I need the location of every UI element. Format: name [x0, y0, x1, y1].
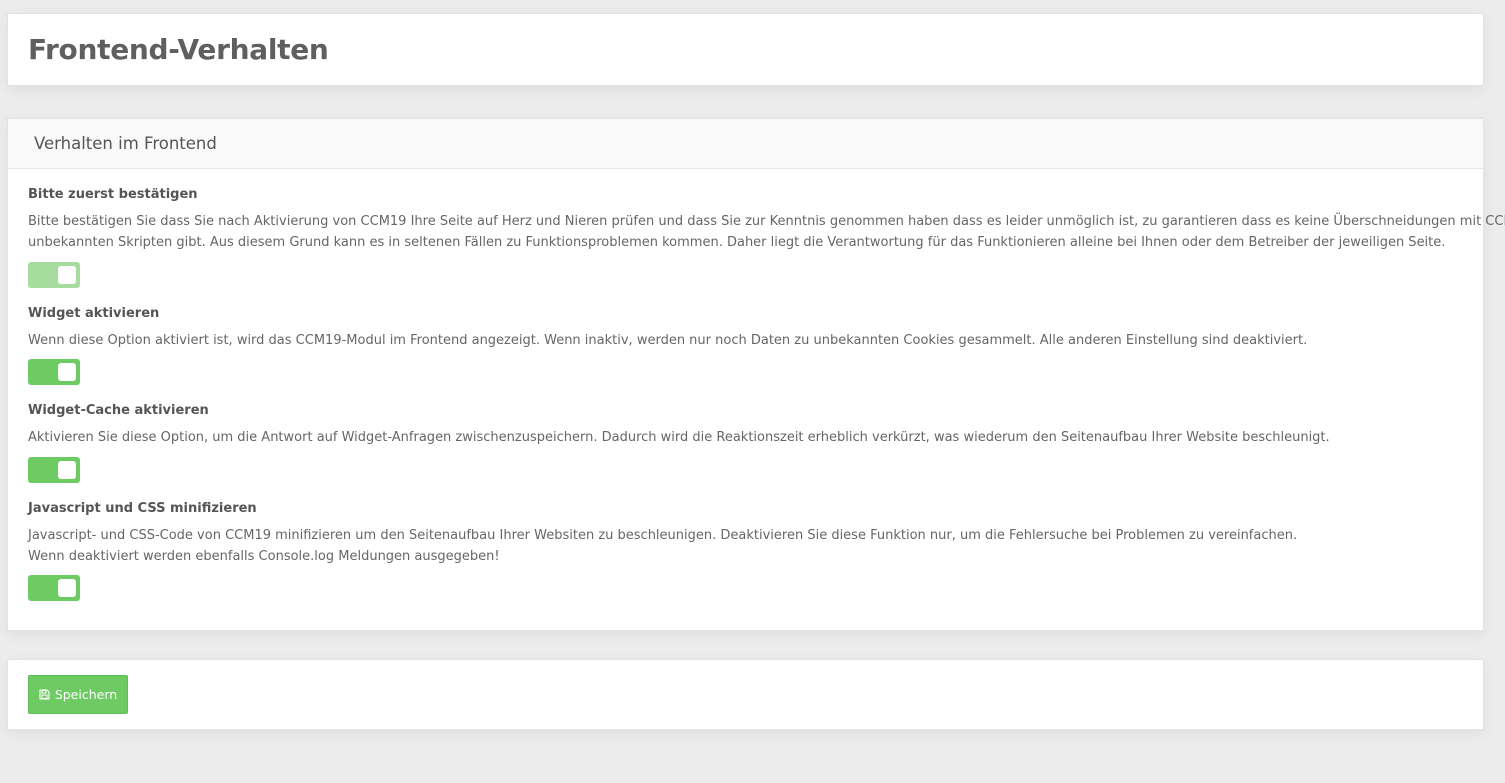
save-button-label: Speichern — [54, 687, 118, 702]
widget-cache-toggle[interactable] — [28, 457, 80, 483]
settings-panel: Verhalten im Frontend Bitte zuerst bestä… — [7, 118, 1505, 631]
toggle-knob — [58, 579, 76, 597]
setting-widget-cache: Widget-Cache aktivieren Aktivieren Sie d… — [28, 402, 1471, 448]
save-button[interactable]: Speichern — [28, 675, 128, 714]
confirm-toggle[interactable] — [28, 262, 80, 288]
toggle-knob — [58, 266, 76, 284]
page-title: Frontend-Verhalten — [28, 33, 329, 66]
setting-description-line: Javascript- und CSS-Code von CCM19 minif… — [28, 528, 1298, 543]
panel-title: Verhalten im Frontend — [34, 134, 217, 153]
setting-confirm: Bitte zuerst bestätigen Bitte bestätigen… — [28, 186, 1505, 253]
setting-description: Wenn diese Option aktiviert ist, wird da… — [28, 330, 1471, 351]
setting-label: Javascript und CSS minifizieren — [28, 501, 257, 516]
widget-activate-toggle[interactable] — [28, 359, 80, 385]
setting-description: Aktivieren Sie diese Option, um die Antw… — [28, 427, 1471, 448]
setting-description: Bitte bestätigen Sie dass Sie nach Aktiv… — [28, 211, 1505, 253]
setting-label: Widget aktivieren — [28, 306, 160, 321]
setting-description: Javascript- und CSS-Code von CCM19 minif… — [28, 525, 1471, 567]
setting-widget-activate: Widget aktivieren Wenn diese Option akti… — [28, 305, 1471, 351]
setting-label: Bitte zuerst bestätigen — [28, 187, 198, 202]
toggle-knob — [58, 363, 76, 381]
toggle-knob — [58, 461, 76, 479]
setting-description-line: Wenn diese Option aktiviert ist, wird da… — [28, 333, 1308, 348]
panel-heading: Verhalten im Frontend — [8, 119, 1483, 169]
setting-minify: Javascript und CSS minifizieren Javascri… — [28, 500, 1471, 567]
setting-description-line: Aktivieren Sie diese Option, um die Antw… — [28, 430, 1330, 445]
setting-description-line: unbekannten Skripten gibt. Aus diesem Gr… — [28, 235, 1446, 250]
page-header-card: Frontend-Verhalten — [7, 13, 1484, 86]
setting-description-line: Wenn deaktiviert werden ebenfalls Consol… — [28, 549, 500, 564]
minify-toggle[interactable] — [28, 575, 80, 601]
floppy-disk-icon — [39, 689, 50, 700]
setting-label: Widget-Cache aktivieren — [28, 403, 209, 418]
setting-description-line: Bitte bestätigen Sie dass Sie nach Aktiv… — [28, 214, 1505, 229]
save-card: Speichern — [7, 659, 1484, 730]
